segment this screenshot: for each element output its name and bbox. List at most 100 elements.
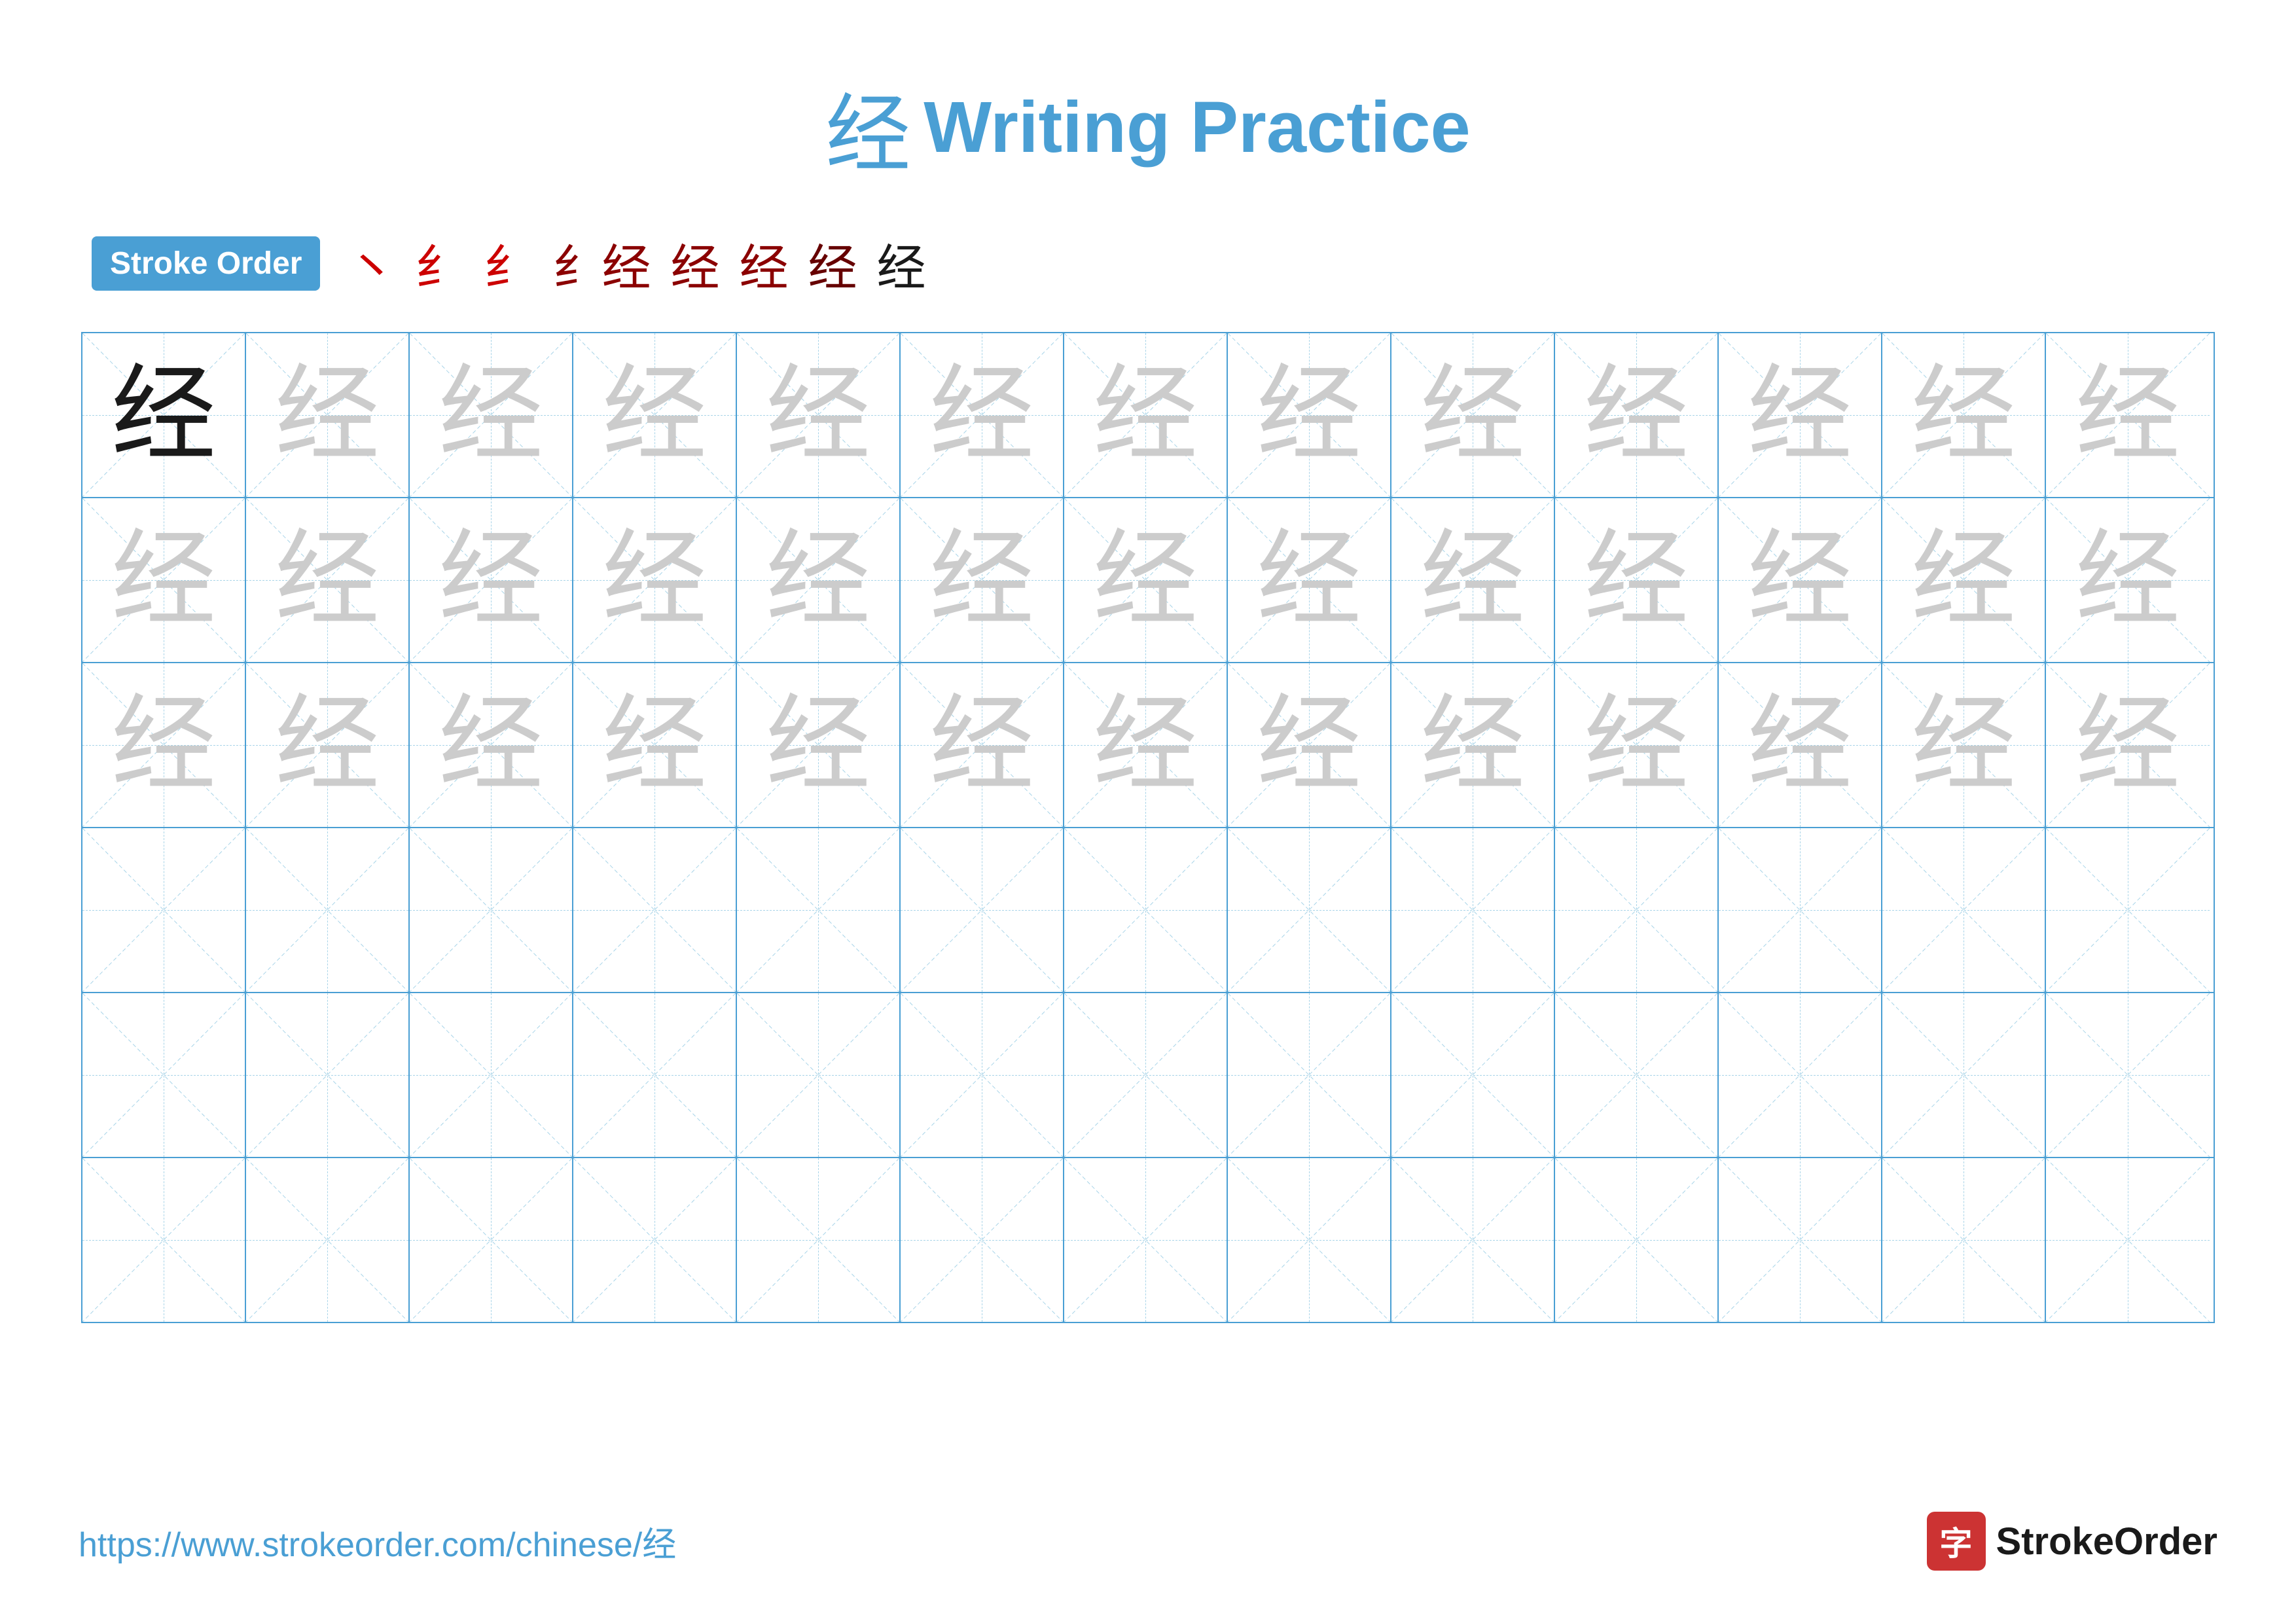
grid-cell[interactable]: 经 <box>1228 663 1391 827</box>
grid-cell[interactable]: 经 <box>1228 333 1391 497</box>
grid-cell[interactable]: 经 <box>246 663 410 827</box>
grid-cell[interactable] <box>1228 828 1391 992</box>
grid-cell[interactable] <box>1555 1158 1719 1322</box>
grid-cell[interactable] <box>82 993 246 1157</box>
grid-cell[interactable]: 经 <box>410 498 573 662</box>
grid-cell[interactable] <box>1719 993 1882 1157</box>
practice-char: 经 <box>1584 528 1689 632</box>
grid-cell[interactable] <box>1064 1158 1228 1322</box>
grid-cell[interactable] <box>573 993 737 1157</box>
grid-cell[interactable]: 经 <box>1719 663 1882 827</box>
grid-cell[interactable]: 经 <box>901 663 1064 827</box>
grid-cell[interactable]: 经 <box>246 333 410 497</box>
practice-char: 经 <box>1748 363 1852 467</box>
grid-cell[interactable]: 经 <box>1064 333 1228 497</box>
grid-cell[interactable]: 经 <box>901 333 1064 497</box>
grid-cell[interactable]: 经 <box>1719 333 1882 497</box>
grid-cell[interactable]: 经 <box>1555 333 1719 497</box>
grid-cell[interactable]: 经 <box>2046 663 2210 827</box>
grid-cell[interactable]: 经 <box>737 333 901 497</box>
grid-cell[interactable] <box>2046 828 2210 992</box>
grid-cell[interactable] <box>246 993 410 1157</box>
grid-cell[interactable]: 经 <box>1228 498 1391 662</box>
grid-cell[interactable] <box>573 1158 737 1322</box>
grid-cell[interactable]: 经 <box>2046 498 2210 662</box>
grid-cell[interactable] <box>901 828 1064 992</box>
grid-cell[interactable]: 经 <box>1882 333 2046 497</box>
grid-cell[interactable] <box>410 828 573 992</box>
grid-cell[interactable] <box>1391 1158 1555 1322</box>
grid-cell[interactable] <box>1882 1158 2046 1322</box>
grid-cell[interactable]: 经 <box>737 663 901 827</box>
grid-cell[interactable]: 经 <box>410 333 573 497</box>
grid-cell[interactable] <box>410 1158 573 1322</box>
practice-char: 经 <box>275 528 380 632</box>
stroke-5: 经 <box>671 228 720 299</box>
grid-cell[interactable]: 经 <box>1391 333 1555 497</box>
grid-cell[interactable] <box>1882 828 2046 992</box>
grid-row-6 <box>82 1158 2214 1322</box>
grid-cell[interactable] <box>737 1158 901 1322</box>
grid-cell[interactable]: 经 <box>1719 498 1882 662</box>
practice-char: 经 <box>766 693 870 797</box>
practice-char: 经 <box>1257 528 1361 632</box>
grid-cell[interactable] <box>246 828 410 992</box>
grid-cell[interactable] <box>1228 993 1391 1157</box>
grid-cell[interactable]: 经 <box>573 333 737 497</box>
grid-cell[interactable]: 经 <box>1555 498 1719 662</box>
practice-char: 经 <box>2075 693 2180 797</box>
grid-cell[interactable] <box>1555 993 1719 1157</box>
grid-cell[interactable] <box>1719 828 1882 992</box>
grid-cell[interactable] <box>737 993 901 1157</box>
practice-char: 经 <box>1420 528 1525 632</box>
grid-cell[interactable] <box>1882 993 2046 1157</box>
grid-cell[interactable]: 经 <box>737 498 901 662</box>
grid-cell[interactable] <box>901 1158 1064 1322</box>
grid-cell[interactable]: 经 <box>82 663 246 827</box>
grid-cell[interactable] <box>1064 993 1228 1157</box>
grid-cell[interactable]: 经 <box>1064 498 1228 662</box>
stroke-4: 纟经 <box>552 228 651 299</box>
title-section: 经 Writing Practice <box>825 65 1470 189</box>
practice-char: 经 <box>439 528 543 632</box>
grid-cell[interactable] <box>1228 1158 1391 1322</box>
grid-cell[interactable] <box>82 828 246 992</box>
grid-cell[interactable]: 经 <box>2046 333 2210 497</box>
title-text: Writing Practice <box>924 86 1470 169</box>
grid-cell[interactable] <box>1064 828 1228 992</box>
grid-cell[interactable] <box>82 1158 246 1322</box>
grid-cell[interactable]: 经 <box>1882 663 2046 827</box>
practice-char: 经 <box>929 363 1034 467</box>
stroke-7: 经 <box>808 228 857 299</box>
stroke-2: 纟 <box>415 228 464 299</box>
grid-cell[interactable]: 经 <box>1555 663 1719 827</box>
grid-cell[interactable]: 经 <box>1064 663 1228 827</box>
grid-cell[interactable] <box>2046 993 2210 1157</box>
grid-cell[interactable] <box>1555 828 1719 992</box>
grid-cell[interactable] <box>246 1158 410 1322</box>
grid-cell[interactable] <box>901 993 1064 1157</box>
practice-char: 经 <box>275 693 380 797</box>
grid-cell[interactable] <box>573 828 737 992</box>
grid-cell[interactable]: 经 <box>1391 663 1555 827</box>
grid-cell[interactable]: 经 <box>1391 498 1555 662</box>
grid-cell[interactable]: 经 <box>82 498 246 662</box>
grid-cell[interactable]: 经 <box>82 333 246 497</box>
grid-row-3: 经 经 经 经 经 经 经 经 经 经 经 经 经 <box>82 663 2214 828</box>
stroke-order-row: Stroke Order ㇔ 纟 纟 纟经 经 经 经 经 <box>79 228 2217 299</box>
grid-cell[interactable] <box>1719 1158 1882 1322</box>
grid-cell[interactable] <box>737 828 901 992</box>
practice-char: 经 <box>766 528 870 632</box>
footer-logo-text: StrokeOrder <box>1996 1520 2217 1563</box>
grid-cell[interactable] <box>2046 1158 2210 1322</box>
grid-cell[interactable]: 经 <box>246 498 410 662</box>
grid-cell[interactable]: 经 <box>573 498 737 662</box>
grid-cell[interactable]: 经 <box>410 663 573 827</box>
practice-grid: 经 经 经 经 经 经 经 经 经 经 经 经 经 经 经 经 经 经 经 经 … <box>81 332 2215 1323</box>
grid-cell[interactable] <box>1391 993 1555 1157</box>
grid-cell[interactable]: 经 <box>573 663 737 827</box>
grid-cell[interactable] <box>410 993 573 1157</box>
grid-cell[interactable]: 经 <box>1882 498 2046 662</box>
grid-cell[interactable] <box>1391 828 1555 992</box>
grid-cell[interactable]: 经 <box>901 498 1064 662</box>
